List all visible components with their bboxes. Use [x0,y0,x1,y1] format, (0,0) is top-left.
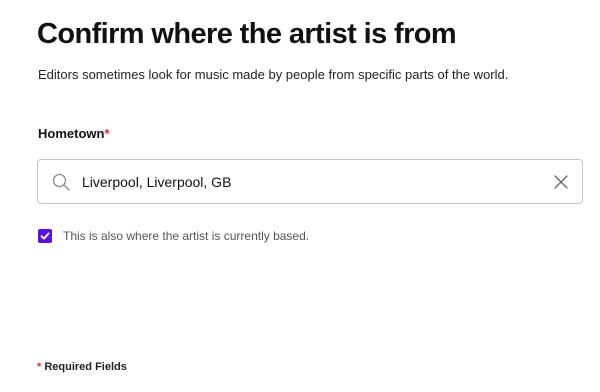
search-icon [52,173,70,191]
required-note-asterisk: * [37,361,42,373]
currently-based-label: This is also where the artist is current… [63,229,310,243]
hometown-label-text: Hometown [38,126,105,141]
clear-button[interactable] [550,171,572,193]
hometown-search-field[interactable] [37,159,583,204]
hometown-input[interactable] [82,160,522,203]
required-asterisk: * [104,126,110,141]
currently-based-checkbox[interactable] [38,229,52,243]
checkmark-icon [40,232,50,240]
close-icon [554,175,568,189]
hometown-label: Hometown* [38,126,110,141]
required-note-text: Required Fields [44,361,127,373]
page-subtitle: Editors sometimes look for music made by… [38,67,509,82]
page-title: Confirm where the artist is from [37,18,457,50]
required-fields-note: * Required Fields [37,361,127,373]
currently-based-option[interactable]: This is also where the artist is current… [38,229,309,243]
